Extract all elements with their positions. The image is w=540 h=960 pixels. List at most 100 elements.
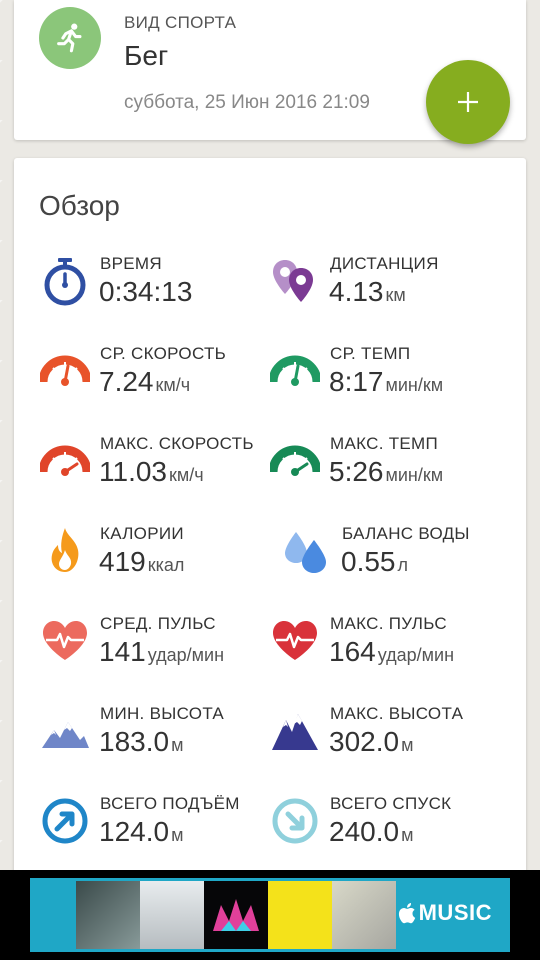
speedometer-max-icon bbox=[40, 445, 90, 476]
ad-brand-text: MUSIC bbox=[418, 900, 492, 925]
stat-distance: ДИСТАНЦИЯ 4.13 км bbox=[270, 250, 510, 320]
stat-label: СР. ТЕМП bbox=[330, 344, 411, 363]
apple-music-logo: MUSIC bbox=[398, 900, 492, 926]
sport-name: Бег bbox=[124, 40, 169, 71]
crown-art-icon bbox=[213, 899, 259, 931]
stat-value: 240.0 bbox=[329, 816, 400, 847]
stat-value: 141 bbox=[99, 636, 146, 667]
heart-pulse-icon bbox=[43, 621, 87, 660]
stat-label: ВРЕМЯ bbox=[100, 254, 162, 273]
stat-min-altitude: МИН. ВЫСОТА 183.0 м bbox=[40, 700, 280, 770]
stat-avg-speed: СР. СКОРОСТЬ 7.24 км/ч bbox=[40, 340, 280, 410]
stat-unit: м bbox=[171, 825, 184, 845]
heart-pulse-max-icon bbox=[273, 621, 317, 660]
stat-unit: м bbox=[401, 825, 414, 845]
stat-total-descent: ВСЕГО СПУСК 240.0 м bbox=[270, 790, 510, 860]
stat-label: МАКС. ВЫСОТА bbox=[330, 704, 464, 723]
activity-datetime: суббота, 25 Июн 2016 21:09 bbox=[124, 92, 370, 113]
stat-value-wrap: 7.24 км/ч bbox=[99, 366, 190, 398]
ad-banner[interactable]: MUSIC bbox=[30, 878, 510, 952]
overview-card: Обзор ВРЕМЯ 0:34:13 ДИСТАНЦИЯ 4.13 км СР… bbox=[14, 158, 526, 880]
album-cover bbox=[332, 881, 396, 949]
stat-label: СРЕД. ПУЛЬС bbox=[100, 614, 216, 633]
stat-value: 5:26 bbox=[329, 456, 384, 487]
stat-label: МАКС. ПУЛЬС bbox=[330, 614, 447, 633]
stat-avg-pace: СР. ТЕМП 8:17 мин/км bbox=[270, 340, 510, 410]
stat-avg-heart-rate: СРЕД. ПУЛЬС 141 удар/мин bbox=[40, 610, 280, 680]
stat-value: 124.0 bbox=[99, 816, 170, 847]
add-button[interactable] bbox=[426, 60, 510, 144]
stat-value: 7.24 bbox=[99, 366, 154, 397]
stat-value-wrap: 164 удар/мин bbox=[329, 636, 454, 668]
pace-gauge-icon bbox=[270, 355, 320, 386]
stat-value: 183.0 bbox=[99, 726, 170, 757]
stat-value-wrap: 5:26 мин/км bbox=[329, 456, 443, 488]
stat-max-altitude: МАКС. ВЫСОТА 302.0 м bbox=[270, 700, 510, 770]
ad-album-covers bbox=[76, 881, 396, 949]
stat-value-wrap: 141 удар/мин bbox=[99, 636, 224, 668]
album-cover bbox=[140, 881, 204, 949]
stat-label: МАКС. ТЕМП bbox=[330, 434, 439, 453]
stat-unit: км/ч bbox=[155, 375, 191, 395]
stat-unit: км bbox=[385, 285, 406, 305]
stopwatch-icon bbox=[44, 258, 86, 306]
stat-total-ascent: ВСЕГО ПОДЪЁМ 124.0 м bbox=[40, 790, 280, 860]
stat-unit: ккал bbox=[147, 555, 185, 575]
sport-type-label: ВИД СПОРТА bbox=[124, 13, 237, 32]
stat-value-wrap: 4.13 км bbox=[329, 276, 406, 308]
album-cover bbox=[204, 881, 268, 949]
stat-value-wrap: 302.0 м bbox=[329, 726, 413, 758]
album-cover bbox=[268, 881, 332, 949]
mountains-max-icon bbox=[272, 714, 318, 750]
speedometer-icon bbox=[40, 355, 90, 386]
stat-label: МИН. ВЫСОТА bbox=[100, 704, 225, 723]
stat-value-wrap: 0:34:13 bbox=[99, 276, 194, 308]
stat-unit: км/ч bbox=[169, 465, 204, 485]
stat-value-wrap: 124.0 м bbox=[99, 816, 183, 848]
stat-water: БАЛАНС ВОДЫ 0.55 л bbox=[282, 520, 522, 590]
mountains-icon bbox=[42, 722, 89, 748]
stat-max-heart-rate: МАКС. ПУЛЬС 164 удар/мин bbox=[270, 610, 510, 680]
plus-icon bbox=[458, 92, 478, 112]
stat-time: ВРЕМЯ 0:34:13 bbox=[40, 250, 280, 320]
stat-value: 0:34:13 bbox=[99, 276, 193, 307]
stat-unit: удар/мин bbox=[377, 645, 455, 665]
stat-unit: удар/мин bbox=[147, 645, 225, 665]
descent-arrow-icon bbox=[272, 798, 318, 844]
stat-value: 302.0 bbox=[329, 726, 400, 757]
stat-unit: л bbox=[397, 555, 409, 575]
stat-unit: мин/км bbox=[385, 375, 444, 395]
stat-label: КАЛОРИИ bbox=[100, 524, 184, 543]
stat-value-wrap: 419 ккал bbox=[99, 546, 184, 578]
stat-value-wrap: 11.03 км/ч bbox=[99, 456, 204, 488]
overview-title: Обзор bbox=[39, 190, 120, 221]
stat-value: 419 bbox=[99, 546, 146, 577]
water-drops-icon bbox=[285, 532, 326, 573]
stat-value-wrap: 183.0 м bbox=[99, 726, 183, 758]
apple-logo-icon bbox=[398, 903, 415, 924]
stat-value: 0.55 bbox=[341, 546, 396, 577]
stat-max-pace: МАКС. ТЕМП 5:26 мин/км bbox=[270, 430, 510, 500]
stat-unit: м bbox=[171, 735, 184, 755]
stat-max-speed: МАКС. СКОРОСТЬ 11.03 км/ч bbox=[40, 430, 280, 500]
stat-value: 164 bbox=[329, 636, 376, 667]
running-icon bbox=[57, 23, 82, 53]
stat-value: 11.03 bbox=[99, 456, 167, 487]
stat-calories: КАЛОРИИ 419 ккал bbox=[40, 520, 280, 590]
stat-unit: м bbox=[401, 735, 414, 755]
stat-value: 8:17 bbox=[329, 366, 384, 397]
stat-label: МАКС. СКОРОСТЬ bbox=[100, 434, 254, 453]
map-pins-icon bbox=[273, 260, 313, 302]
ad-banner-bar: MUSIC bbox=[0, 870, 540, 960]
ascent-arrow-icon bbox=[42, 798, 88, 844]
stat-label: ВСЕГО СПУСК bbox=[330, 794, 452, 813]
flame-icon bbox=[51, 528, 79, 572]
pace-gauge-max-icon bbox=[270, 445, 320, 476]
sport-avatar[interactable] bbox=[39, 7, 101, 69]
stat-value-wrap: 240.0 м bbox=[329, 816, 413, 848]
album-cover bbox=[76, 881, 140, 949]
stat-label: ДИСТАНЦИЯ bbox=[330, 254, 439, 273]
stat-value: 4.13 bbox=[329, 276, 384, 307]
stat-value-wrap: 0.55 л bbox=[341, 546, 408, 578]
stat-label: СР. СКОРОСТЬ bbox=[100, 344, 227, 363]
